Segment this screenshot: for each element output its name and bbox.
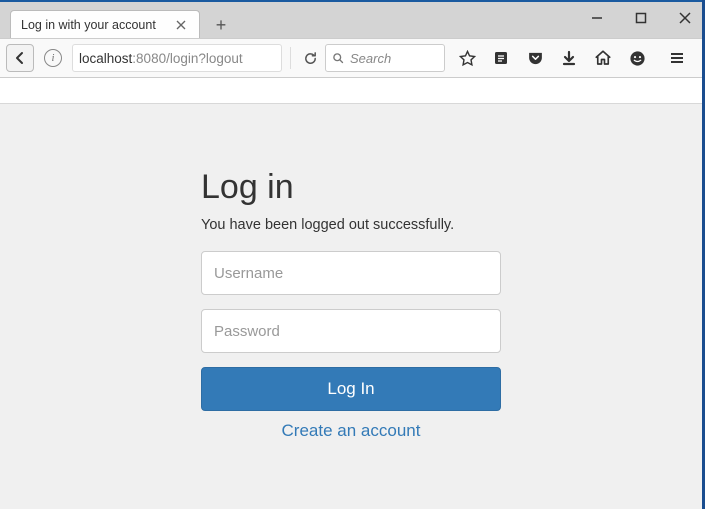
password-input[interactable]: [201, 309, 501, 353]
browser-tab[interactable]: Log in with your account: [10, 10, 200, 38]
url-path: :8080/login?logout: [132, 51, 242, 66]
page-content: Log in You have been logged out successf…: [0, 104, 702, 509]
create-account-link[interactable]: Create an account: [282, 421, 421, 440]
close-icon[interactable]: [675, 8, 695, 28]
url-bar[interactable]: localhost:8080/login?logout: [72, 44, 282, 72]
smiley-icon[interactable]: [627, 48, 647, 68]
back-button[interactable]: [6, 44, 34, 72]
new-tab-button[interactable]: +: [208, 12, 234, 38]
username-input[interactable]: [201, 251, 501, 295]
reload-button[interactable]: [299, 47, 321, 69]
url-host: localhost: [79, 51, 132, 66]
download-icon[interactable]: [559, 48, 579, 68]
reader-icon[interactable]: [491, 48, 511, 68]
window-controls: [587, 8, 695, 28]
search-bar[interactable]: Search: [325, 44, 445, 72]
logout-message: You have been logged out successfully.: [201, 217, 501, 233]
login-form: Log in You have been logged out successf…: [201, 168, 501, 509]
login-button[interactable]: Log In: [201, 367, 501, 411]
bookmark-star-icon[interactable]: [457, 48, 477, 68]
tab-close-icon[interactable]: [173, 17, 189, 33]
search-placeholder: Search: [350, 51, 391, 66]
login-heading: Log in: [201, 168, 501, 207]
bookmarks-bar: [0, 78, 702, 104]
pocket-icon[interactable]: [525, 48, 545, 68]
window-titlebar: [0, 0, 702, 8]
tab-title: Log in with your account: [21, 18, 156, 32]
site-info-icon[interactable]: i: [44, 49, 62, 67]
browser-toolbar: i localhost:8080/login?logout Search: [0, 38, 702, 78]
home-icon[interactable]: [593, 48, 613, 68]
toolbar-separator: [290, 47, 291, 69]
maximize-icon[interactable]: [631, 8, 651, 28]
search-icon: [332, 52, 344, 64]
hamburger-menu-icon[interactable]: [667, 48, 687, 68]
minimize-icon[interactable]: [587, 8, 607, 28]
